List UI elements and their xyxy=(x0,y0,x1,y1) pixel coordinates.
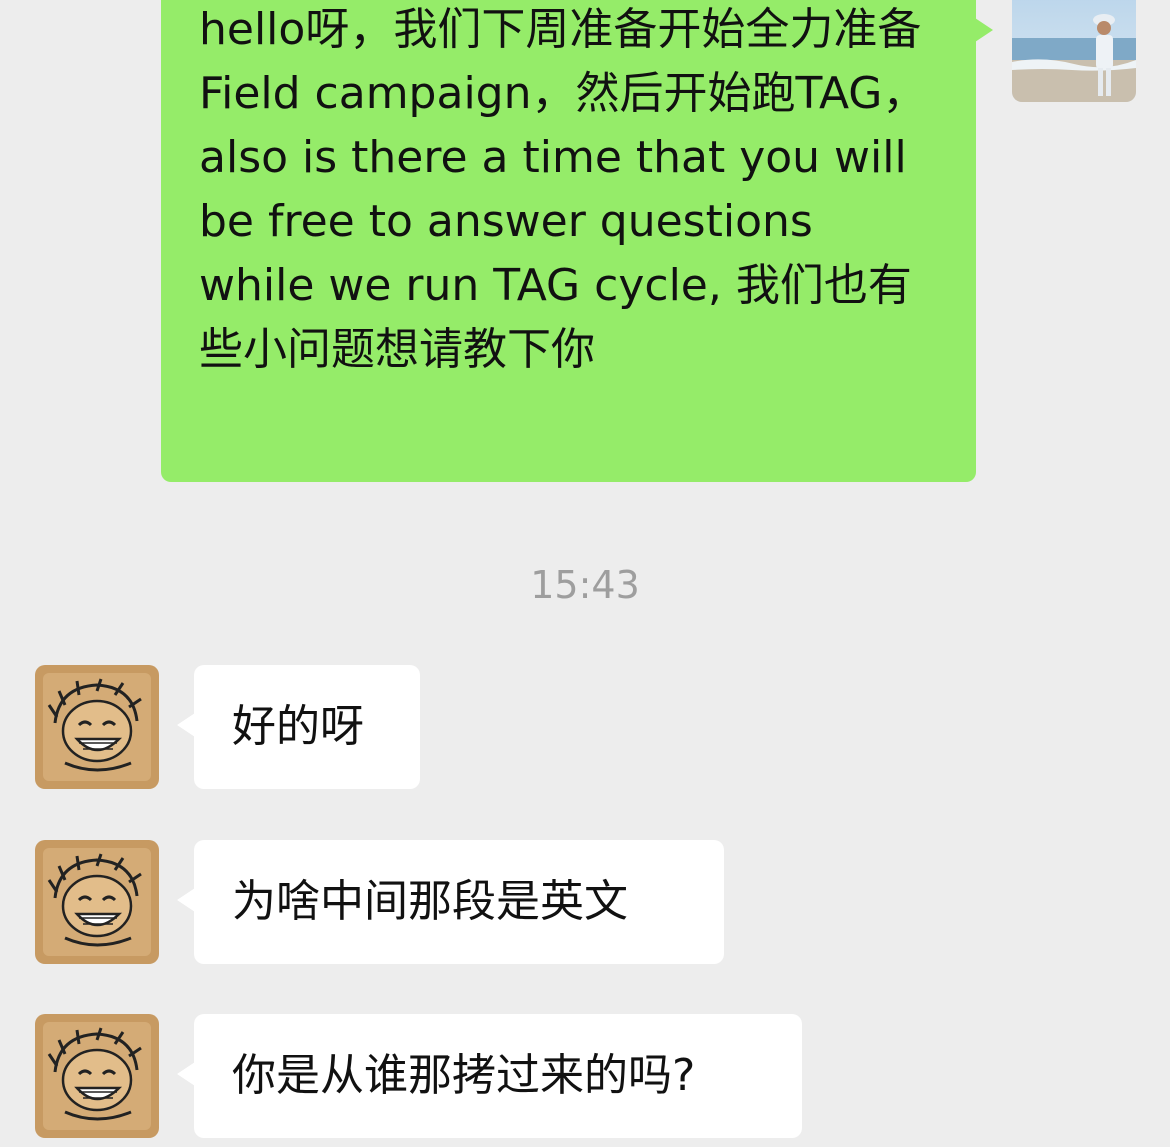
incoming-message-bubble[interactable]: 好的呀 xyxy=(177,665,420,789)
incoming-message-bubble[interactable]: 你是从谁那拷过来的吗? xyxy=(177,1014,802,1138)
contact-avatar[interactable] xyxy=(35,1014,159,1138)
message-text: 好的呀 xyxy=(232,701,364,752)
outgoing-message-bubble[interactable]: hello呀，我们下周准备开始全力准备Field campaign，然后开始跑T… xyxy=(161,0,993,482)
contact-avatar[interactable] xyxy=(35,840,159,964)
message-text: hello呀，我们下周准备开始全力准备Field campaign，然后开始跑T… xyxy=(199,4,927,375)
message-timestamp: 15:43 xyxy=(530,563,640,607)
cartoon-face-avatar-icon xyxy=(35,1014,159,1138)
cartoon-face-avatar-icon xyxy=(35,665,159,789)
message-text: 你是从谁那拷过来的吗? xyxy=(232,1050,696,1101)
cartoon-face-avatar-icon xyxy=(35,840,159,964)
chat-view: hello呀，我们下周准备开始全力准备Field campaign，然后开始跑T… xyxy=(0,0,1170,1147)
contact-avatar[interactable] xyxy=(35,665,159,789)
message-text: 为啥中间那段是英文 xyxy=(232,876,628,927)
my-avatar[interactable] xyxy=(1012,0,1136,102)
beach-photo-avatar-icon xyxy=(1012,0,1136,102)
incoming-message-bubble[interactable]: 为啥中间那段是英文 xyxy=(177,840,724,964)
